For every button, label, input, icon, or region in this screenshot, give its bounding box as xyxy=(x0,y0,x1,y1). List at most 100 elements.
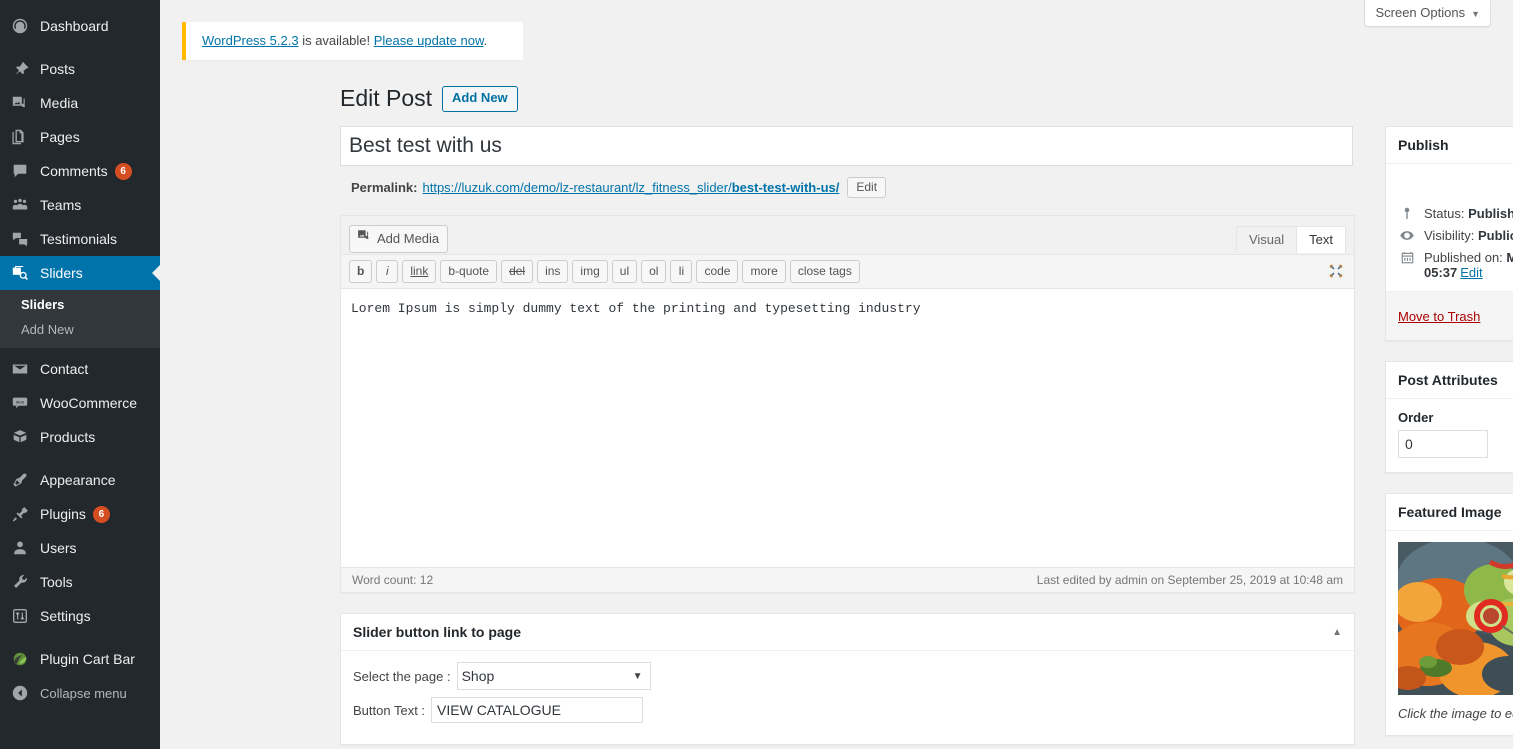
media-icon xyxy=(357,228,372,249)
eye-icon xyxy=(1398,228,1416,243)
chevron-down-icon: ▼ xyxy=(1471,9,1480,19)
admin-sidebar: Dashboard Posts Media Pages Comments 6 T… xyxy=(0,0,160,749)
publish-metabox: Publish ▲ Preview Changes Status: Publis… xyxy=(1385,126,1513,341)
sidebar-item-comments[interactable]: Comments 6 xyxy=(0,154,160,188)
select-page-label: Select the page : xyxy=(353,668,451,684)
sidebar-item-contact[interactable]: Contact xyxy=(0,352,160,386)
sidebar-item-appearance[interactable]: Appearance xyxy=(0,463,160,497)
edit-permalink-button[interactable]: Edit xyxy=(847,177,887,198)
sidebar-item-posts[interactable]: Posts xyxy=(0,52,160,86)
publish-actions: Move to Trash Update xyxy=(1386,291,1513,340)
notice-trailing-text: . xyxy=(483,33,488,48)
add-media-label: Add Media xyxy=(377,230,440,246)
collapse-menu-button[interactable]: Collapse menu xyxy=(0,676,160,710)
cart-bar-icon xyxy=(10,649,30,669)
post-body-side-column: Publish ▲ Preview Changes Status: Publis… xyxy=(1385,126,1513,749)
quicktag-li[interactable]: li xyxy=(670,260,693,283)
move-to-trash-link[interactable]: Move to Trash xyxy=(1398,309,1480,324)
dashboard-icon xyxy=(10,16,30,36)
notice-middle-text: is available! xyxy=(298,33,374,48)
calendar-icon xyxy=(1398,250,1416,265)
plugins-icon xyxy=(10,504,30,524)
pin-status-icon xyxy=(1398,206,1416,221)
sidebar-subitem-add-new[interactable]: Add New xyxy=(0,317,160,342)
sidebar-item-media[interactable]: Media xyxy=(0,86,160,120)
page-header: Edit Post Add New xyxy=(340,84,518,114)
sidebar-item-testimonials[interactable]: Testimonials xyxy=(0,222,160,256)
wordpress-version-link[interactable]: WordPress 5.2.3 xyxy=(202,33,299,48)
tab-visual[interactable]: Visual xyxy=(1235,226,1298,253)
plugins-badge: 6 xyxy=(92,505,110,523)
select-page-dropdown[interactable]: Shop xyxy=(456,662,651,690)
sidebar-item-label: Users xyxy=(40,540,77,556)
post-content-textarea[interactable]: Lorem Ipsum is simply dummy text of the … xyxy=(341,289,1354,564)
featured-image-body: Click the image to edit or update xyxy=(1386,531,1513,735)
sidebar-submenu-sliders: Sliders Add New xyxy=(0,290,160,348)
sidebar-item-plugins[interactable]: Plugins 6 xyxy=(0,497,160,531)
quicktag-close-tags[interactable]: close tags xyxy=(789,260,860,283)
sidebar-item-label: Comments xyxy=(40,163,108,179)
order-input[interactable] xyxy=(1398,430,1488,458)
sidebar-item-plugin-cart-bar[interactable]: Plugin Cart Bar xyxy=(0,642,160,676)
sidebar-item-users[interactable]: Users xyxy=(0,531,160,565)
quicktag-del[interactable]: del xyxy=(501,260,534,283)
svg-text:woo: woo xyxy=(16,400,25,405)
quicktag-code[interactable]: code xyxy=(696,260,739,283)
quicktag-img[interactable]: img xyxy=(572,260,608,283)
screen-options-label: Screen Options xyxy=(1375,5,1466,20)
collapse-icon xyxy=(10,683,30,703)
settings-icon xyxy=(10,606,30,626)
groups-icon xyxy=(10,195,30,215)
comment-icon xyxy=(10,161,30,181)
slider-button-link-metabox: Slider button link to page ▲ Select the … xyxy=(340,613,1355,745)
published-on-label: Published on: xyxy=(1424,250,1503,265)
preview-row: Preview Changes xyxy=(1398,174,1513,200)
post-title-input[interactable] xyxy=(340,126,1353,166)
editor-status-bar: Word count: 12 Last edited by admin on S… xyxy=(341,567,1354,592)
post-attributes-header[interactable]: Post Attributes ▲ xyxy=(1386,362,1513,399)
featured-image-header[interactable]: Featured Image ▲ xyxy=(1386,494,1513,531)
slider-box-header[interactable]: Slider button link to page ▲ xyxy=(341,614,1354,651)
sidebar-item-label: Dashboard xyxy=(40,18,109,34)
sidebar-item-label: Posts xyxy=(40,61,76,77)
sidebar-item-label: Plugins xyxy=(40,506,86,522)
sidebar-subitem-sliders[interactable]: Sliders xyxy=(0,292,160,317)
sidebar-item-settings[interactable]: Settings xyxy=(0,599,160,633)
sidebar-item-teams[interactable]: Teams xyxy=(0,188,160,222)
sidebar-item-woocommerce[interactable]: woo WooCommerce xyxy=(0,386,160,420)
sidebar-item-label: Teams xyxy=(40,197,82,213)
permalink-link[interactable]: https://luzuk.com/demo/lz-restaurant/lz_… xyxy=(422,180,839,195)
quicktag-bquote[interactable]: b-quote xyxy=(440,260,498,283)
update-now-link[interactable]: Please update now xyxy=(374,33,484,48)
quicktag-italic[interactable]: i xyxy=(376,260,399,283)
visibility-value: Public xyxy=(1477,228,1513,243)
quicktag-ul[interactable]: ul xyxy=(611,260,638,283)
sidebar-item-products[interactable]: Products xyxy=(0,420,160,454)
last-edited: Last edited by admin on September 25, 20… xyxy=(1036,573,1343,587)
featured-image-thumbnail[interactable] xyxy=(1398,542,1513,695)
quicktag-ins[interactable]: ins xyxy=(537,260,569,283)
sidebar-item-sliders[interactable]: Sliders xyxy=(0,256,160,290)
quicktag-link[interactable]: link xyxy=(402,260,437,283)
quicktag-bold[interactable]: b xyxy=(349,260,373,283)
main-content: Screen Options ▼ WordPress 5.2.3 is avail… xyxy=(160,0,1513,749)
button-text-input[interactable] xyxy=(431,697,644,723)
sidebar-item-tools[interactable]: Tools xyxy=(0,565,160,599)
edit-published-link[interactable]: Edit xyxy=(1460,265,1482,280)
sidebar-item-dashboard[interactable]: Dashboard xyxy=(0,9,160,43)
featured-image-metabox: Featured Image ▲ xyxy=(1385,493,1513,736)
order-label: Order xyxy=(1398,410,1434,425)
add-media-button[interactable]: Add Media xyxy=(349,225,449,253)
slider-box-body: Select the page : Shop ▼ Button Text : xyxy=(341,651,1354,744)
email-icon xyxy=(10,359,30,379)
screen-options-button[interactable]: Screen Options ▼ xyxy=(1364,0,1491,27)
tab-text[interactable]: Text xyxy=(1296,226,1346,253)
add-new-button[interactable]: Add New xyxy=(442,86,518,112)
publish-box-header[interactable]: Publish ▲ xyxy=(1386,127,1513,164)
chevron-up-icon[interactable]: ▲ xyxy=(1332,627,1342,638)
quicktag-ol[interactable]: ol xyxy=(641,260,667,283)
fullscreen-icon[interactable] xyxy=(1328,263,1344,282)
sidebar-item-pages[interactable]: Pages xyxy=(0,120,160,154)
quicktag-more[interactable]: more xyxy=(742,260,786,283)
post-body-main-column: Permalink: https://luzuk.com/demo/lz-res… xyxy=(340,126,1355,745)
